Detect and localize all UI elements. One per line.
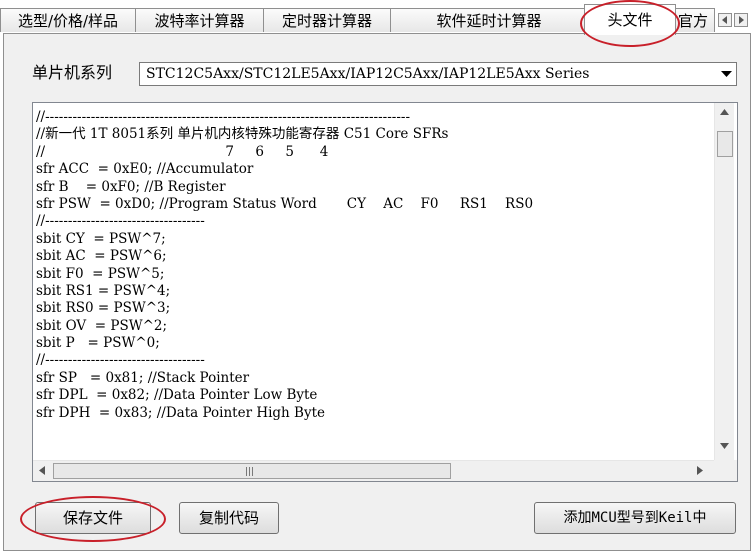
scrollbar-corner <box>714 460 737 481</box>
tab-header-file[interactable]: 头文件 <box>584 4 676 35</box>
tab-official[interactable]: 官方 <box>675 8 715 32</box>
add-mcu-to-keil-button[interactable]: 添加MCU型号到Keil中 <box>534 502 736 534</box>
tab-baud-rate-calculator[interactable]: 波特率计算器 <box>135 8 264 32</box>
code-line: sfr PSW = 0xD0; //Program Status Word CY… <box>36 195 534 212</box>
code-line: sfr ACC = 0xE0; //Accumulator <box>36 161 254 178</box>
code-line: sbit OV = PSW^2; <box>36 317 168 334</box>
tab-strip: 选型/价格/样品 波特率计算器 定时器计算器 软件延时计算器 头文件 官方 <box>0 0 754 35</box>
code-line: sfr SP = 0x81; //Stack Pointer <box>36 369 250 386</box>
code-line: sbit F0 = PSW^5; <box>36 265 165 282</box>
vertical-scroll-thumb[interactable] <box>717 131 733 157</box>
tab-scroll-left-button[interactable] <box>718 13 732 27</box>
code-line: sbit P = PSW^0; <box>36 335 160 352</box>
code-line: sbit RS1 = PSW^4; <box>36 282 171 299</box>
scroll-right-icon[interactable] <box>697 466 703 475</box>
series-select-value: STC12C5Axx/STC12LE5Axx/IAP12C5Axx/IAP12L… <box>146 66 590 82</box>
series-select[interactable]: STC12C5Axx/STC12LE5Axx/IAP12C5Axx/IAP12L… <box>139 62 737 86</box>
code-line: //----------------------------------- <box>36 352 205 369</box>
code-line: sfr B = 0xF0; //B Register <box>36 178 226 195</box>
scroll-down-icon[interactable] <box>720 443 729 449</box>
chevron-right-icon <box>739 16 744 24</box>
code-line: // 7 6 5 4 <box>36 143 329 160</box>
code-line: sbit AC = PSW^6; <box>36 248 167 265</box>
header-code-textarea[interactable]: //--------------------------------------… <box>32 102 738 482</box>
tab-selection-price-samples[interactable]: 选型/价格/样品 <box>0 8 136 32</box>
code-line: //新一代 1T 8051系列 单片机内核特殊功能寄存器 C51 Core SF… <box>36 126 449 143</box>
code-line: sbit CY = PSW^7; <box>36 230 166 247</box>
code-line: //----------------------------------- <box>36 213 205 230</box>
save-file-button[interactable]: 保存文件 <box>35 502 151 534</box>
code-lines: //--------------------------------------… <box>36 109 712 459</box>
horizontal-scrollbar[interactable]: ||| <box>33 460 714 481</box>
code-line: sbit RS0 = PSW^3; <box>36 300 171 317</box>
code-line: //--------------------------------------… <box>36 109 411 125</box>
code-line: sfr DPH = 0x83; //Data Pointer High Byte <box>36 404 326 421</box>
chevron-left-icon <box>722 16 727 24</box>
scroll-grip-icon: ||| <box>245 467 255 477</box>
horizontal-scroll-thumb[interactable]: ||| <box>53 463 451 479</box>
scroll-left-icon[interactable] <box>39 466 45 475</box>
scroll-up-icon[interactable] <box>720 109 729 115</box>
tab-scroll-right-button[interactable] <box>734 13 748 27</box>
series-label: 单片机系列 <box>32 63 113 82</box>
chevron-down-icon <box>721 71 732 77</box>
copy-code-button[interactable]: 复制代码 <box>179 502 279 534</box>
vertical-scrollbar[interactable] <box>714 103 734 460</box>
tab-timer-calculator[interactable]: 定时器计算器 <box>263 8 391 32</box>
code-line: sfr DPL = 0x82; //Data Pointer Low Byte <box>36 387 318 404</box>
tab-software-delay-calculator[interactable]: 软件延时计算器 <box>390 8 588 32</box>
